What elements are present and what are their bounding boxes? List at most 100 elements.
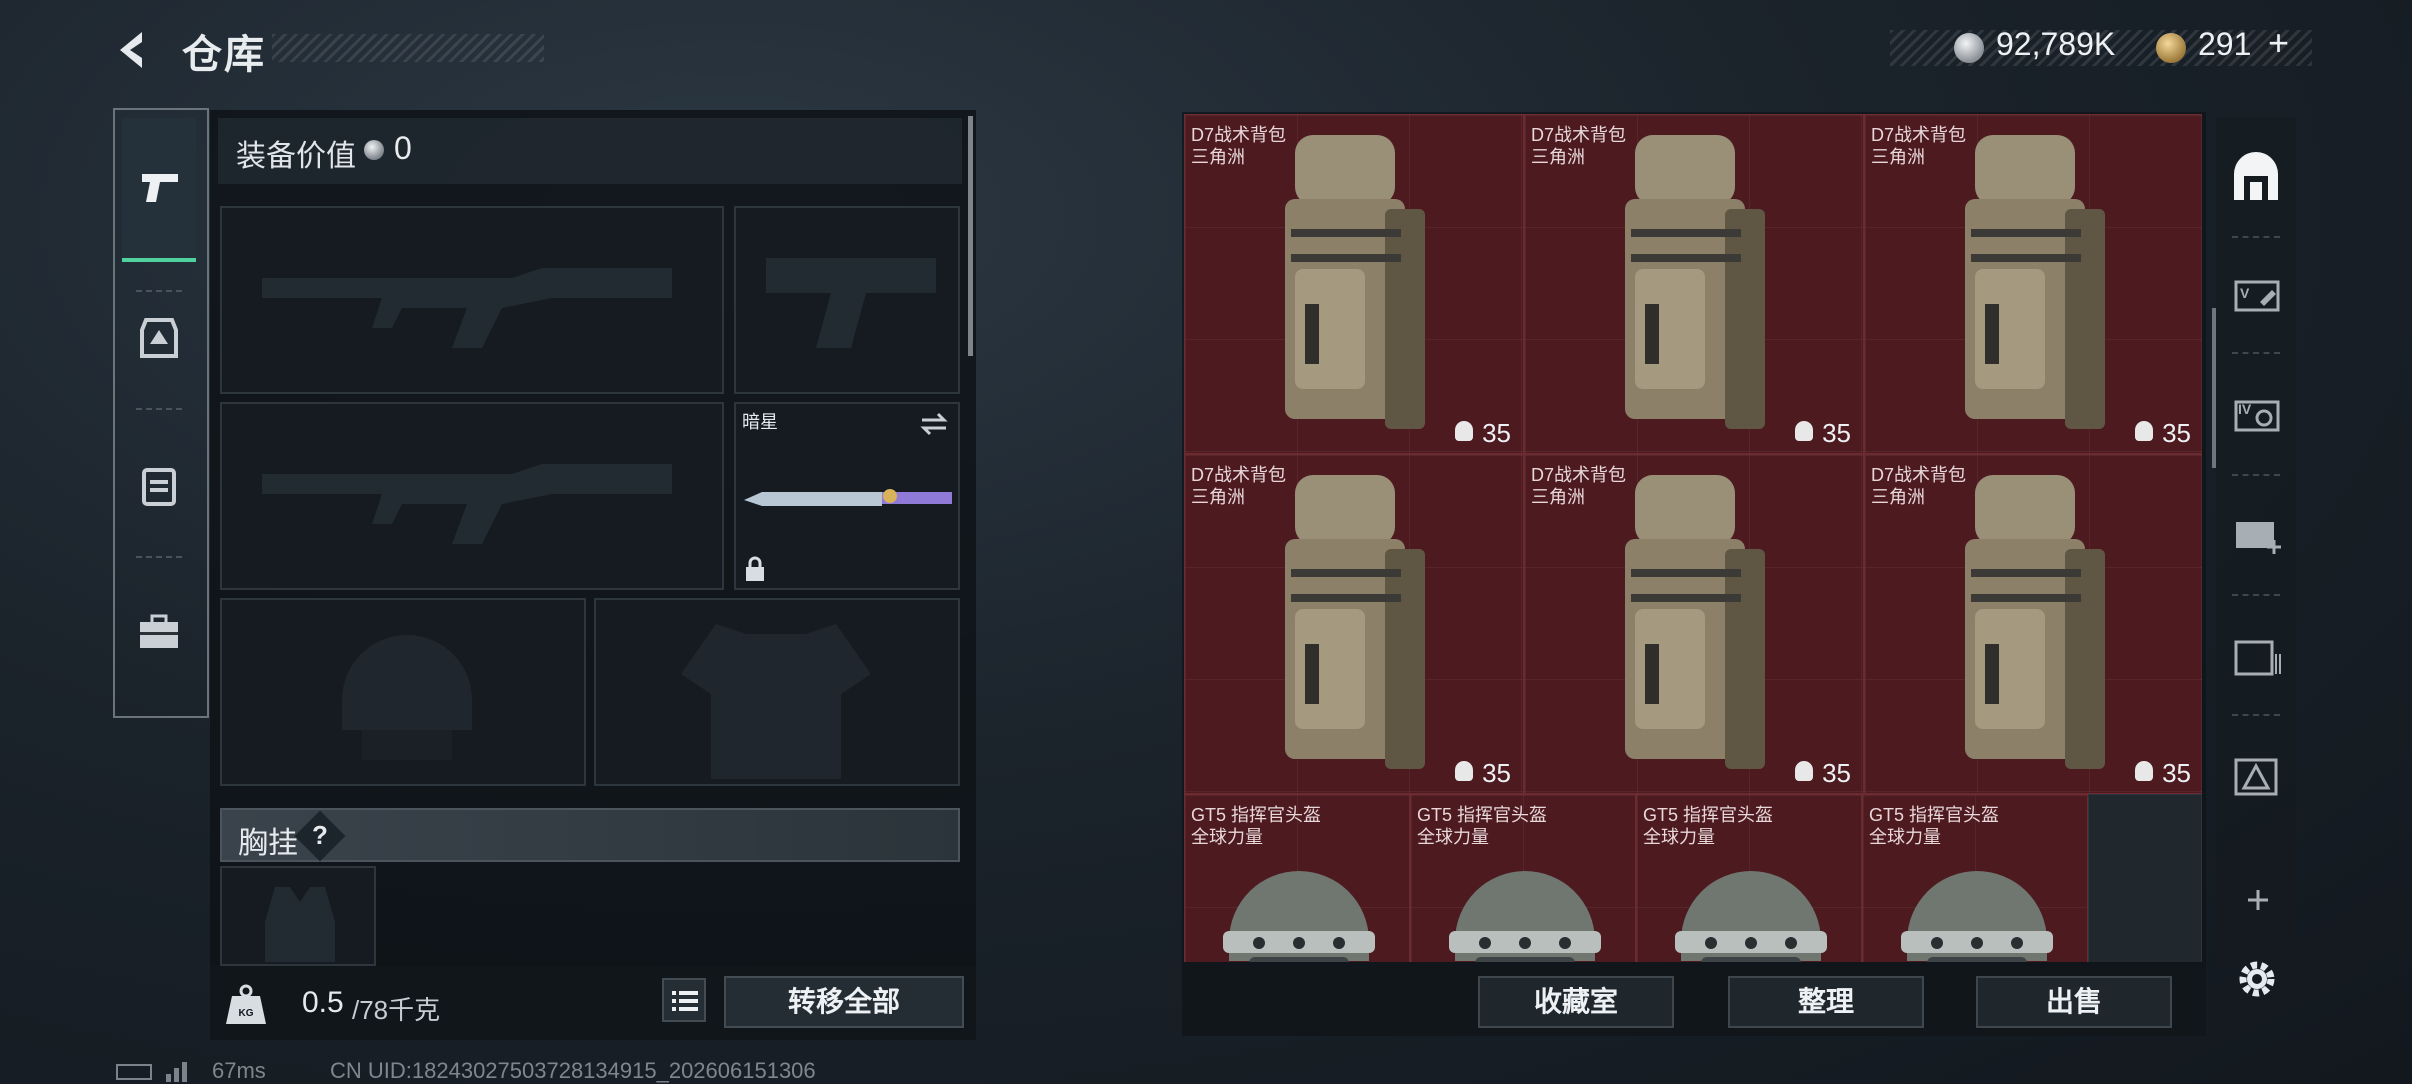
storage-iv-icon[interactable]: IV [2232,392,2282,436]
storage-item-backpack[interactable]: D7战术背包 三角洲 35 [1864,114,2202,454]
item-capacity: 35 [1822,418,1851,448]
rifle-silhouette-icon [262,268,672,348]
collection-room-button[interactable]: 收藏室 [1478,976,1674,1028]
weight-value: 0.5 [302,986,344,1019]
helmet-slot[interactable] [220,598,586,786]
item-capacity: 35 [1482,758,1511,788]
tab-toolbox[interactable] [138,614,180,650]
item-faction: 全球力量 [1643,827,1715,847]
page-title: 仓库 [182,33,266,77]
equip-value: 0 [394,130,412,166]
storage-item-helmet[interactable]: GT5 指挥官头盔 全球力量 [1410,794,1636,962]
gear-icon[interactable] [2234,956,2280,1002]
pistol-silhouette-icon [766,258,936,348]
backpack-icon [1965,475,2105,769]
silver-coin-icon [364,140,384,160]
transfer-all-button[interactable]: 转移全部 [724,976,964,1028]
silver-coin-icon [1954,33,1984,63]
add-currency-button[interactable]: + [2268,22,2289,64]
lock-icon [746,556,764,581]
vest-silhouette-icon [681,624,871,779]
storage-item-backpack[interactable]: D7战术背包 三角洲 35 [1524,454,1864,794]
capacity-icon [1455,761,1473,781]
storage-item-backpack[interactable]: D7战术背包 三角洲 35 [1184,114,1524,454]
primary-weapon-slot[interactable] [220,206,724,394]
rifle-silhouette-icon [262,464,672,544]
help-label: ? [312,820,328,850]
storage-grid: D7战术背包 三角洲 35 D7战术背包 三角洲 35 D7战术背包 三角洲 35 D7战术背包三… [1184,114,2202,962]
item-capacity: 35 [2162,418,2191,448]
storage-item-backpack[interactable]: D7战术背包 三角洲 35 [1524,114,1864,454]
tab-weapons[interactable] [122,118,196,262]
weight-icon: KG [226,984,266,1024]
secondary-weapon-slot[interactable] [220,402,724,590]
capacity-icon [1795,421,1813,441]
gold-coin-icon [2156,33,2186,63]
signal-icon [166,1062,187,1082]
backpack-icon [1965,135,2105,429]
add-storage-icon[interactable] [2232,512,2284,556]
sidearm-slot[interactable] [734,206,960,394]
warehouse-icon[interactable] [2230,150,2282,202]
item-capacity: 35 [2162,758,2191,788]
item-capacity: 35 [1822,758,1851,788]
item-faction: 三角洲 [1871,147,1925,167]
item-faction: 三角洲 [1191,487,1245,507]
back-arrow-icon[interactable] [112,28,156,72]
weight-total: /78千克 [352,995,441,1025]
sell-button[interactable]: 出售 [1976,976,2172,1028]
item-faction: 三角洲 [1531,487,1585,507]
item-faction: 三角洲 [1531,147,1585,167]
capacity-icon [2135,761,2153,781]
loadout-scrollbar[interactable] [968,116,973,356]
storage-item-backpack[interactable]: D7战术背包 三角洲 35 [1184,454,1524,794]
backpack-icon [1625,475,1765,769]
chest-rig-label: 胸挂 [238,827,298,860]
title-decoration [272,34,544,62]
helmet-icon [1223,871,1375,962]
backpack-icon [1285,135,1425,429]
backpack-icon [1625,135,1765,429]
storage-item-helmet[interactable]: GT5 指挥官头盔 全球力量 [1862,794,2088,962]
helmet-icon [1901,871,2053,962]
helmet-icon [1449,871,1601,962]
storage-item-helmet[interactable]: GT5 指挥官头盔 全球力量 [1636,794,1862,962]
gold-currency-value: 291 [2198,26,2252,62]
item-faction: 三角洲 [1871,487,1925,507]
storage-v-icon[interactable]: V [2232,272,2282,316]
equip-value-label: 装备价值 [236,140,356,173]
item-faction: 三角洲 [1191,147,1245,167]
item-capacity: 35 [1482,418,1511,448]
ping-text: 67ms [212,1058,266,1083]
armor-slot[interactable] [594,598,960,786]
storage-ii-icon[interactable] [2232,752,2282,800]
helmet-silhouette-icon [342,635,472,760]
storage-iii-icon[interactable] [2232,632,2282,678]
svg-text:V: V [2240,285,2250,301]
sort-button[interactable]: 整理 [1728,976,1924,1028]
capacity-icon [2135,421,2153,441]
backpack-icon [1285,475,1425,769]
chest-rig-slot[interactable] [220,866,376,966]
pistol-icon [142,174,178,202]
list-view-button[interactable] [662,978,706,1022]
plus-icon[interactable] [2242,884,2274,916]
svg-text:IV: IV [2238,401,2252,417]
uid-text: CN UID:18243027503728134915_202606151306 [330,1058,816,1083]
svg-text:KG: KG [239,1008,254,1019]
chest-rig-silhouette-icon [265,887,335,962]
storage-item-helmet[interactable]: GT5 指挥官头盔 全球力量 [1184,794,1410,962]
swap-icon[interactable] [918,410,950,438]
list-icon [672,991,698,1011]
sidebar-scrollbar[interactable] [2212,308,2216,468]
melee-name: 暗星 [742,412,778,432]
item-faction: 全球力量 [1869,827,1941,847]
capacity-icon [1795,761,1813,781]
item-faction: 全球力量 [1417,827,1489,847]
empty-storage-cell[interactable] [2088,794,2202,962]
tab-backpack[interactable] [140,464,178,506]
storage-item-backpack[interactable]: D7战术背包 三角洲 35 [1864,454,2202,794]
item-faction: 全球力量 [1191,827,1263,847]
melee-slot[interactable]: 暗星 [734,402,960,590]
tab-armor[interactable] [138,316,180,360]
